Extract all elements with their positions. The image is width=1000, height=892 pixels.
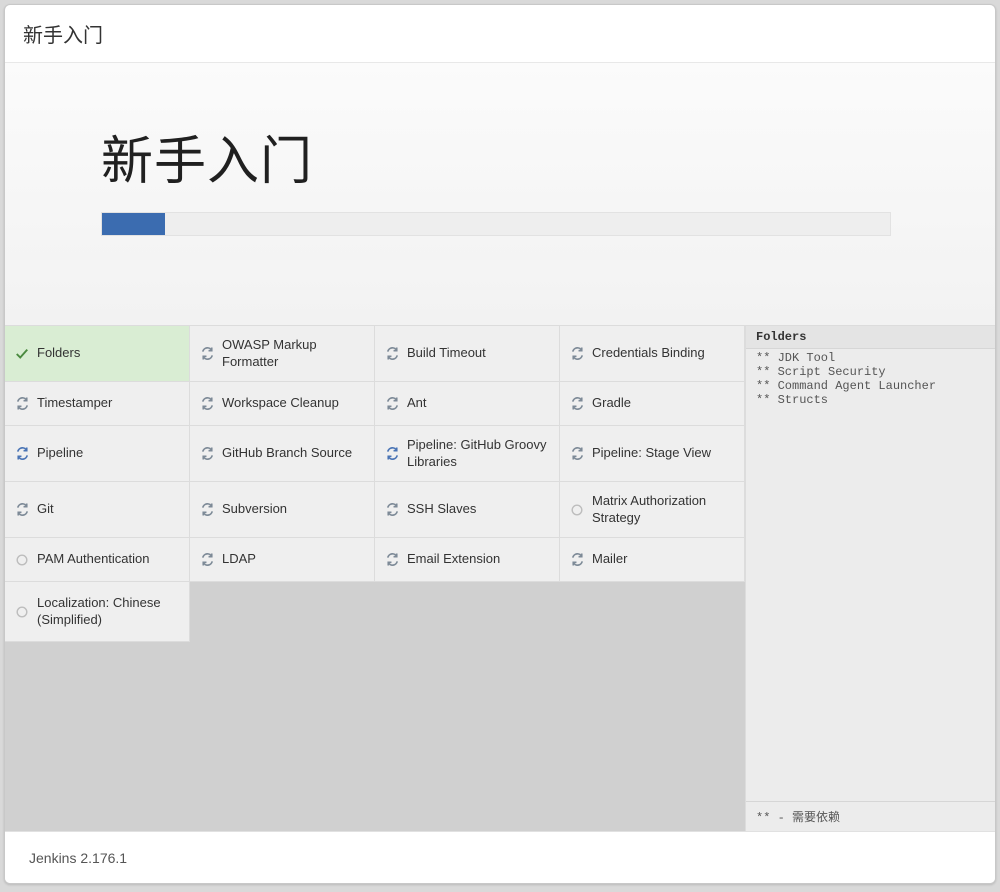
plugin-cell: Subversion <box>190 482 375 538</box>
plugin-label: OWASP Markup Formatter <box>222 337 368 370</box>
plugin-cell: Workspace Cleanup <box>190 382 375 426</box>
progress-bar <box>101 212 891 236</box>
footer: Jenkins 2.176.1 <box>5 831 995 883</box>
circle-icon <box>13 551 31 569</box>
plugin-label: Subversion <box>222 501 368 517</box>
page-heading: 新手入门 <box>101 119 899 194</box>
plugin-grid: Folders OWASP Markup Formatter Build Timeo… <box>5 326 745 831</box>
sync-icon <box>13 395 31 413</box>
sync-icon <box>198 445 216 463</box>
plugin-label: Workspace Cleanup <box>222 395 368 411</box>
plugin-cell: Folders <box>5 326 190 382</box>
plugin-cell: Pipeline: GitHub Groovy Libraries <box>375 426 560 482</box>
plugin-label: Gradle <box>592 395 738 411</box>
sync-icon <box>198 501 216 519</box>
plugin-label: Mailer <box>592 551 738 567</box>
hero-section: 新手入门 <box>5 63 995 325</box>
sync-icon <box>383 445 401 463</box>
plugin-label: Git <box>37 501 183 517</box>
plugin-label: PAM Authentication <box>37 551 183 567</box>
plugin-label: LDAP <box>222 551 368 567</box>
plugin-cell: Build Timeout <box>375 326 560 382</box>
plugin-label: GitHub Branch Source <box>222 445 368 461</box>
progress-fill <box>102 213 165 235</box>
check-icon <box>13 345 31 363</box>
sync-icon <box>383 551 401 569</box>
plugin-label: SSH Slaves <box>407 501 553 517</box>
plugin-label: Folders <box>37 345 183 361</box>
plugin-cell: SSH Slaves <box>375 482 560 538</box>
sync-icon <box>198 345 216 363</box>
plugin-cell: LDAP <box>190 538 375 582</box>
dependency-legend: ** - 需要依赖 <box>746 801 995 831</box>
plugin-label: Credentials Binding <box>592 345 738 361</box>
dependency-panel-title: Folders <box>746 326 995 349</box>
content-area: Folders OWASP Markup Formatter Build Timeo… <box>5 325 995 831</box>
plugin-label: Pipeline: Stage View <box>592 445 738 461</box>
circle-icon <box>13 603 31 621</box>
sync-icon <box>383 501 401 519</box>
sync-icon <box>383 395 401 413</box>
sync-icon <box>568 551 586 569</box>
plugin-cell: GitHub Branch Source <box>190 426 375 482</box>
plugin-cell: Git <box>5 482 190 538</box>
sync-icon <box>13 445 31 463</box>
plugin-label: Localization: Chinese (Simplified) <box>37 595 183 628</box>
plugin-label: Timestamper <box>37 395 183 411</box>
plugin-cell: OWASP Markup Formatter <box>190 326 375 382</box>
sync-icon <box>198 551 216 569</box>
plugin-label: Pipeline <box>37 445 183 461</box>
plugin-label: Matrix Authorization Strategy <box>592 493 738 526</box>
plugin-cell: Pipeline <box>5 426 190 482</box>
sync-icon <box>383 345 401 363</box>
sync-icon <box>13 501 31 519</box>
plugin-cell: Matrix Authorization Strategy <box>560 482 745 538</box>
plugin-cell: PAM Authentication <box>5 538 190 582</box>
product-version: Jenkins 2.176.1 <box>29 850 127 866</box>
sync-icon <box>568 345 586 363</box>
setup-wizard-window: 新手入门 新手入门 Folders OWASP Markup Formatter B… <box>4 4 996 884</box>
plugin-cell: Pipeline: Stage View <box>560 426 745 482</box>
sync-icon <box>568 395 586 413</box>
plugin-label: Email Extension <box>407 551 553 567</box>
plugin-cell: Email Extension <box>375 538 560 582</box>
sync-icon <box>568 445 586 463</box>
dependency-panel: Folders ** JDK Tool ** Script Security *… <box>745 326 995 831</box>
window-title: 新手入门 <box>23 19 103 48</box>
sync-icon <box>198 395 216 413</box>
plugin-label: Pipeline: GitHub Groovy Libraries <box>407 437 553 470</box>
plugin-cell: Gradle <box>560 382 745 426</box>
plugin-cell: Mailer <box>560 538 745 582</box>
plugin-label: Ant <box>407 395 553 411</box>
circle-icon <box>568 501 586 519</box>
plugin-label: Build Timeout <box>407 345 553 361</box>
plugin-cell: Ant <box>375 382 560 426</box>
dependency-list: ** JDK Tool ** Script Security ** Comman… <box>746 349 995 801</box>
plugin-cell: Credentials Binding <box>560 326 745 382</box>
plugin-cell: Timestamper <box>5 382 190 426</box>
titlebar: 新手入门 <box>5 5 995 63</box>
plugin-cell: Localization: Chinese (Simplified) <box>5 582 190 642</box>
